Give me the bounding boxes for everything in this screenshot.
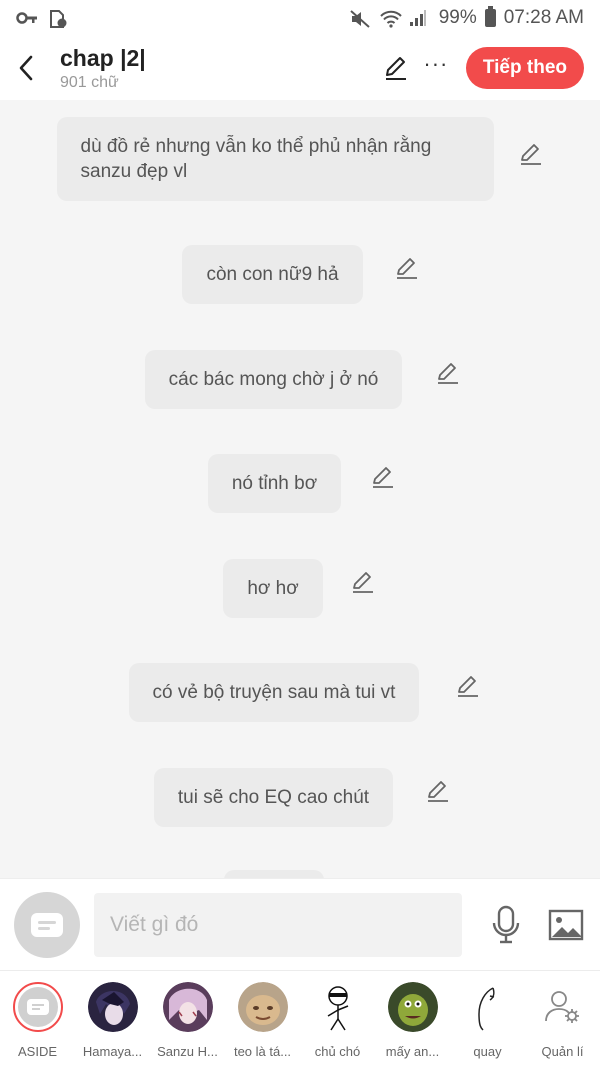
message-row: tui sẽ cho EQ cao chút [0,768,600,827]
message-list[interactable]: dù đồ rẻ nhưng vẫn ko thể phủ nhận rằng … [0,100,600,878]
edit-message-icon[interactable] [350,569,376,595]
wifi-icon [379,9,402,28]
message-bubble[interactable]: các bác mong chờ j ở nó [144,350,403,409]
chevron-left-icon [19,55,33,81]
message-row: dù đồ rẻ nhưng vẫn ko thể phủ nhận rằng … [0,117,600,201]
message-bubble[interactable]: dù đồ rẻ nhưng vẫn ko thể phủ nhận rằng … [56,117,494,201]
battery-percent: 99% [438,7,477,28]
voice-input-button[interactable] [476,895,536,955]
pencil-icon [385,57,406,80]
image-icon [548,909,584,940]
status-bar: 99% 07:28 AM [0,0,600,36]
avatar [387,982,438,1032]
composer [0,878,600,970]
character-name: teo là tá... [233,1044,292,1059]
message-input[interactable] [94,892,462,957]
character-name: mấy an... [385,1044,440,1059]
image-upload-button[interactable] [536,895,596,955]
character-name: chủ chó [314,1044,361,1059]
edit-message-icon[interactable] [518,141,544,167]
edit-title-button[interactable] [376,48,416,88]
character-aside[interactable]: ASIDE [0,971,75,1067]
partial-message-bubble [224,870,324,878]
message-bubble[interactable]: nó tỉnh bơ [207,454,342,513]
message-bubble[interactable]: tui sẽ cho EQ cao chút [153,768,394,827]
avatar [237,982,288,1032]
avatar [313,982,363,1032]
key-icon [16,9,38,27]
edit-message-icon[interactable] [455,673,481,699]
next-button[interactable]: Tiếp theo [465,47,584,89]
chat-bubble-icon [31,912,63,937]
signal-icon [409,9,431,27]
page-title: chap |2| [60,45,146,71]
edit-message-icon[interactable] [394,255,420,281]
sim-icon [48,9,70,28]
more-options-button[interactable]: ··· [416,48,456,88]
avatar [12,982,63,1032]
message-row: có vẻ bộ truyện sau mà tui vt [0,663,600,722]
character-name: Hamaya... [82,1044,143,1059]
edit-message-icon[interactable] [435,360,461,386]
mute-icon [349,9,371,28]
avatar [87,982,138,1032]
word-count: 901 chữ [60,74,119,91]
character-name: ASIDE [17,1044,57,1059]
message-bubble[interactable]: còn con nữ9 hả [182,245,363,304]
character-name: quay [473,1044,502,1059]
clock: 07:28 AM [503,7,584,28]
character-name: Quản lí [541,1044,584,1059]
back-button[interactable] [2,36,50,100]
message-row: còn con nữ9 hả [0,245,600,304]
character-manage[interactable]: Quản lí [525,971,600,1067]
battery-icon [484,6,496,27]
avatar [162,982,213,1032]
header: chap |2| 901 chữ ··· Tiếp theo [0,36,600,100]
message-row: nó tỉnh bơ [0,454,600,513]
character-chu-cho[interactable]: chủ chó [300,971,375,1067]
character-quay[interactable]: quay [450,971,525,1067]
title-block: chap |2| 901 chữ [60,44,146,92]
avatar [463,982,513,1032]
character-may-an[interactable]: mấy an... [375,971,450,1067]
microphone-icon [492,905,520,943]
chat-bubble-icon [26,999,49,1015]
edit-message-icon[interactable] [370,464,396,490]
more-icon: ··· [423,51,449,76]
message-bubble[interactable]: có vẻ bộ truyện sau mà tui vt [128,663,420,722]
character-sanzu[interactable]: Sanzu H... [150,971,225,1067]
edit-message-icon[interactable] [425,778,451,804]
character-teo[interactable]: teo là tá... [225,971,300,1067]
manage-characters-icon [538,982,588,1032]
character-name: Sanzu H... [157,1044,218,1059]
message-row: các bác mong chờ j ở nó [0,350,600,409]
message-bubble[interactable]: hơ hơ [223,559,323,618]
character-hamaya[interactable]: Hamaya... [75,971,150,1067]
message-row: hơ hơ [0,559,600,618]
speaker-select-button[interactable] [14,891,80,958]
character-bar: ASIDE Hamaya... Sanzu H... teo là tá... … [0,970,600,1067]
